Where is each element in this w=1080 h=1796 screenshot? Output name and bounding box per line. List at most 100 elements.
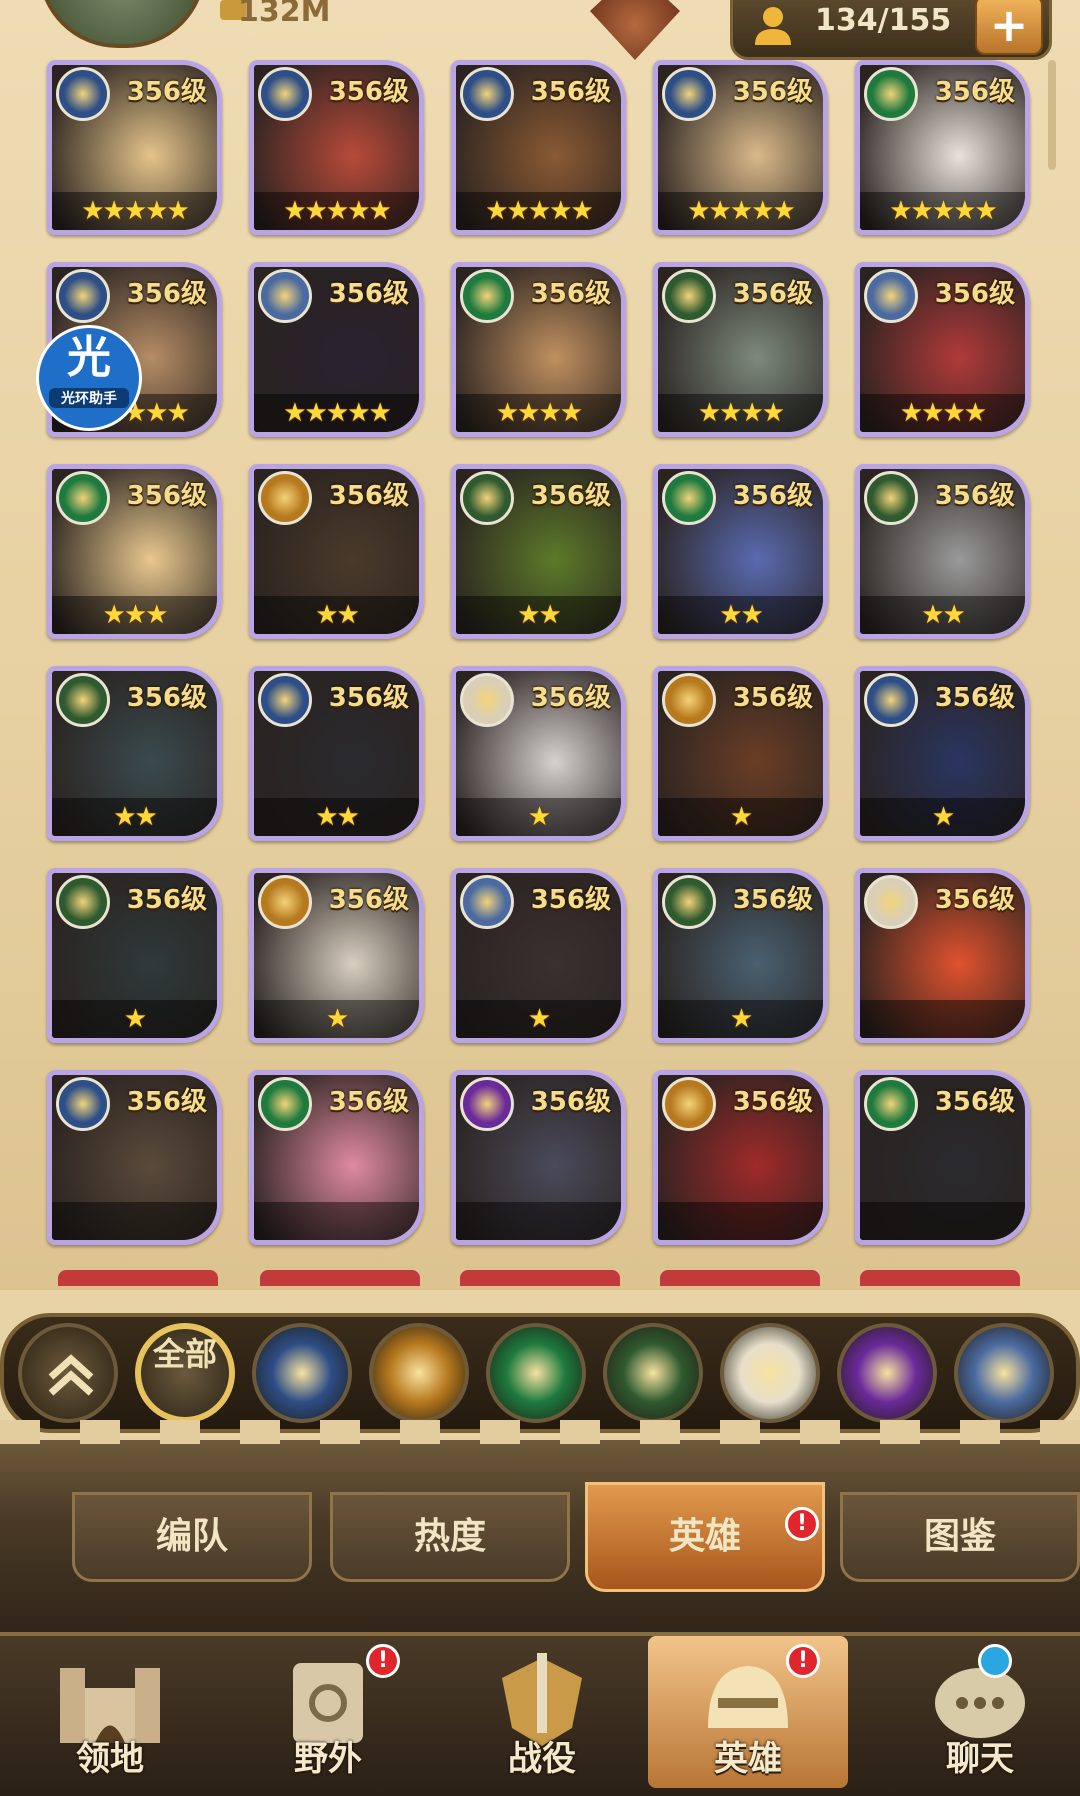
celestial-faction-icon xyxy=(460,673,514,727)
hero-level: 356级 xyxy=(530,279,611,309)
hero-card[interactable]: 356级 xyxy=(855,1070,1030,1245)
wilder-faction-icon xyxy=(460,269,514,323)
tab-3[interactable]: 图鉴 xyxy=(840,1492,1080,1582)
wilder-faction-icon xyxy=(258,1077,312,1131)
hero-stars: ★★★★★ xyxy=(485,196,594,226)
alert-badge: ! xyxy=(786,1644,820,1678)
hero-level: 356级 xyxy=(126,1087,207,1117)
filter-celestial-button[interactable] xyxy=(720,1323,820,1423)
nav-item-2[interactable]: 战役 xyxy=(442,1636,642,1788)
hero-card[interactable]: 356级 xyxy=(249,1070,424,1245)
hero-card[interactable]: 356级 ★★ xyxy=(249,666,424,841)
stars-backdrop xyxy=(456,1202,621,1240)
hero-card[interactable]: 356级 ★★★★★ xyxy=(653,60,828,235)
hero-stars: ★ xyxy=(527,1004,551,1034)
hero-card[interactable]: 356级 ★★ xyxy=(249,464,424,639)
person-icon xyxy=(755,7,791,45)
wilder-faction-icon xyxy=(662,471,716,525)
filter-dimensional-button[interactable] xyxy=(954,1323,1054,1423)
hero-level: 356级 xyxy=(126,683,207,713)
nav-label: 聊天 xyxy=(946,1739,1014,1779)
hero-stars: ★★★★ xyxy=(697,398,785,428)
filter-graveborn-button[interactable] xyxy=(603,1323,703,1423)
hero-card[interactable]: 356级 ★ xyxy=(855,666,1030,841)
hero-card[interactable]: 356级 ★★★★★ xyxy=(451,60,626,235)
hero-stars: ★★★★★ xyxy=(283,196,392,226)
tab-label: 编队 xyxy=(155,1516,228,1557)
hero-stars: ★★★★★ xyxy=(81,196,190,226)
grid-scrollbar[interactable] xyxy=(1048,60,1056,170)
hero-card[interactable]: 356级 ★★★ xyxy=(47,464,222,639)
hero-card[interactable]: 356级 ★★★★★ xyxy=(47,60,222,235)
lightbearer-faction-icon xyxy=(56,67,110,121)
dimensional-faction-icon xyxy=(460,875,514,929)
hero-card[interactable]: 356级 xyxy=(653,1070,828,1245)
hero-card[interactable]: 356级 ★★★★ xyxy=(451,262,626,437)
hero-card[interactable]: 356级 ★ xyxy=(47,868,222,1043)
hero-level: 356级 xyxy=(126,77,207,107)
hero-level: 356级 xyxy=(934,481,1015,511)
filter-hypogean-button[interactable] xyxy=(837,1323,937,1423)
hero-level: 356级 xyxy=(530,683,611,713)
tab-2[interactable]: 英雄 xyxy=(585,1482,825,1592)
nav-label: 领地 xyxy=(76,1739,144,1779)
hero-card[interactable]: 356级 ★ xyxy=(451,666,626,841)
power-value: 132M xyxy=(238,0,331,29)
hero-stars: ★ xyxy=(729,802,753,832)
hero-level: 356级 xyxy=(732,481,813,511)
filter-lightbearer-button[interactable] xyxy=(252,1323,352,1423)
guild-emblem-icon[interactable] xyxy=(590,0,680,60)
add-capacity-button[interactable]: + xyxy=(975,0,1043,55)
hero-card[interactable]: 356级 ★ xyxy=(653,868,828,1043)
filter-wilder-button[interactable] xyxy=(486,1323,586,1423)
stars-backdrop xyxy=(860,1202,1025,1240)
hero-level: 356级 xyxy=(126,481,207,511)
hero-stars: ★★ xyxy=(517,600,562,630)
hero-stars: ★★★★ xyxy=(899,398,987,428)
hero-stars: ★ xyxy=(931,802,955,832)
alert-badge: ! xyxy=(366,1644,400,1678)
next-row-card-edge xyxy=(660,1270,820,1286)
lightbearer-faction-icon xyxy=(56,269,110,323)
hero-card[interactable]: 356级 xyxy=(451,1070,626,1245)
hero-level: 356级 xyxy=(732,1087,813,1117)
hero-card[interactable]: 356级 ★★★★ xyxy=(653,262,828,437)
hero-level: 356级 xyxy=(934,77,1015,107)
filter-all-button[interactable]: 全部 xyxy=(135,1323,235,1423)
hero-stars: ★★★★★ xyxy=(687,196,796,226)
hero-stars: ★★★★★ xyxy=(283,398,392,428)
hero-card[interactable]: 356级 ★★★★★ xyxy=(855,60,1030,235)
player-avatar[interactable] xyxy=(38,0,206,48)
dimensional-faction-icon xyxy=(864,269,918,323)
hero-card[interactable]: 356级 ★★★★★ xyxy=(249,60,424,235)
hero-stars: ★★★★ xyxy=(495,398,583,428)
hero-card[interactable]: 356级 ★★ xyxy=(653,464,828,639)
hero-card[interactable]: 356级 xyxy=(855,868,1030,1043)
hero-level: 356级 xyxy=(732,885,813,915)
collapse-filter-button[interactable] xyxy=(18,1323,118,1423)
alert-badge: ! xyxy=(785,1507,819,1541)
hero-card[interactable]: 356级 ★ xyxy=(653,666,828,841)
tab-1[interactable]: 热度 xyxy=(330,1492,570,1582)
hero-level: 356级 xyxy=(732,683,813,713)
app-watermark-logo[interactable]: 光 光环助手 xyxy=(36,325,142,431)
hero-card[interactable]: 356级 ★★★★★ xyxy=(249,262,424,437)
hero-card[interactable]: 356级 ★★★★ xyxy=(855,262,1030,437)
double-chevron-up-icon xyxy=(48,1354,94,1396)
tab-label: 图鉴 xyxy=(923,1516,996,1557)
nav-item-0[interactable]: 领地 xyxy=(10,1636,210,1788)
graveborn-faction-icon xyxy=(56,875,110,929)
hero-card[interactable]: 356级 ★★ xyxy=(855,464,1030,639)
top-status-bar: 132M 134/155 + xyxy=(0,0,1080,170)
hero-level: 356级 xyxy=(530,885,611,915)
hero-card[interactable]: 356级 xyxy=(47,1070,222,1245)
hero-stars: ★ xyxy=(527,802,551,832)
hero-card[interactable]: 356级 ★ xyxy=(451,868,626,1043)
hero-card[interactable]: 356级 ★ xyxy=(249,868,424,1043)
tab-0[interactable]: 编队 xyxy=(72,1492,312,1582)
hero-level: 356级 xyxy=(328,885,409,915)
capacity-count: 134/155 xyxy=(815,3,952,38)
hero-card[interactable]: 356级 ★★ xyxy=(47,666,222,841)
filter-mauler-button[interactable] xyxy=(369,1323,469,1423)
hero-card[interactable]: 356级 ★★ xyxy=(451,464,626,639)
